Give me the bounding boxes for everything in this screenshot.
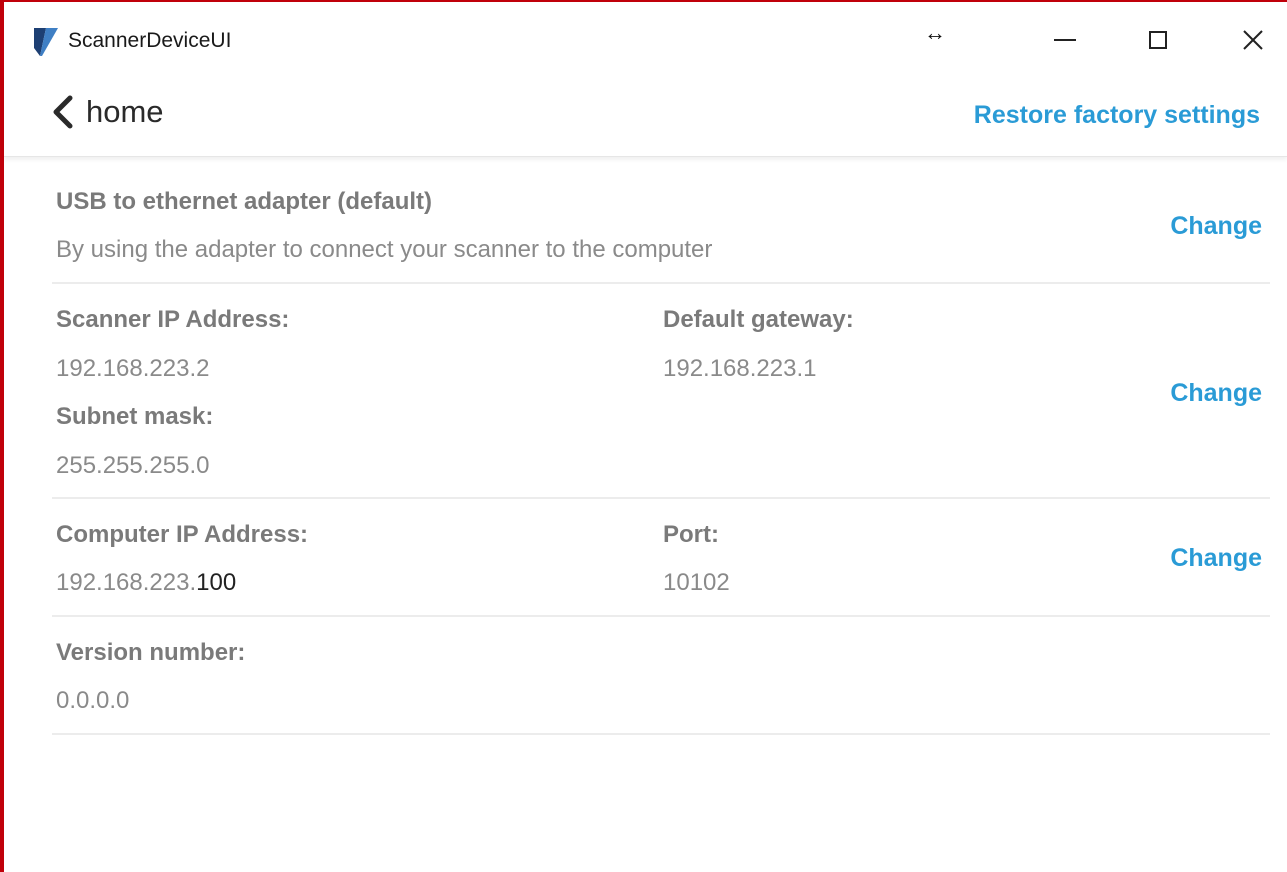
window-title: ScannerDeviceUI [68,29,232,52]
computer-ip-value[interactable]: 192.168.223.100 [56,569,236,597]
version-section: Version number: 0.0.0.0 [52,617,1270,735]
resize-cursor-icon: ↔ [924,20,946,45]
chevron-left-icon [53,95,73,129]
default-gateway-value: 192.168.223.1 [663,355,817,382]
port-value: 10102 [663,569,730,596]
default-gateway-label: Default gateway: [663,306,854,333]
adapter-description: By using the adapter to connect your sca… [56,236,713,263]
version-value: 0.0.0.0 [56,687,130,714]
close-icon [1243,30,1263,50]
minimize-icon [1054,39,1076,41]
back-label: home [86,94,164,129]
title-bar[interactable]: ScannerDeviceUI ↔ [4,2,1287,74]
subnet-mask-label: Subnet mask: [56,403,214,430]
scanner-ip-value: 192.168.223.2 [56,355,210,382]
maximize-icon [1149,31,1167,49]
subnet-mask-value: 255.255.255.0 [56,452,210,479]
page-header: home Restore factory settings [4,74,1287,157]
computer-ip-suffix[interactable]: 100 [196,569,236,596]
back-home-button[interactable]: home [50,94,164,130]
computer-section: Computer IP Address: 192.168.223.100 Por… [52,499,1270,617]
scanner-network-section: Scanner IP Address: 192.168.223.2 Subnet… [52,284,1270,499]
minimize-button[interactable] [1042,20,1088,60]
port-label: Port: [663,521,719,548]
change-computer-button[interactable]: Change [1170,544,1262,573]
adapter-title: USB to ethernet adapter (default) [56,188,433,215]
version-label: Version number: [56,639,246,666]
adapter-section: USB to ethernet adapter (default) By usi… [52,172,1270,284]
app-window: ScannerDeviceUI ↔ home Restore factory s… [0,0,1287,872]
close-button[interactable] [1230,20,1276,60]
restore-factory-settings-link[interactable]: Restore factory settings [974,101,1260,130]
change-scanner-network-button[interactable]: Change [1170,379,1262,408]
computer-ip-label: Computer IP Address: [56,521,309,548]
scanner-ip-label: Scanner IP Address: [56,306,290,333]
computer-ip-prefix: 192.168.223. [56,569,197,596]
maximize-button[interactable] [1135,20,1181,60]
change-adapter-button[interactable]: Change [1170,212,1262,241]
app-logo-icon [34,28,58,56]
